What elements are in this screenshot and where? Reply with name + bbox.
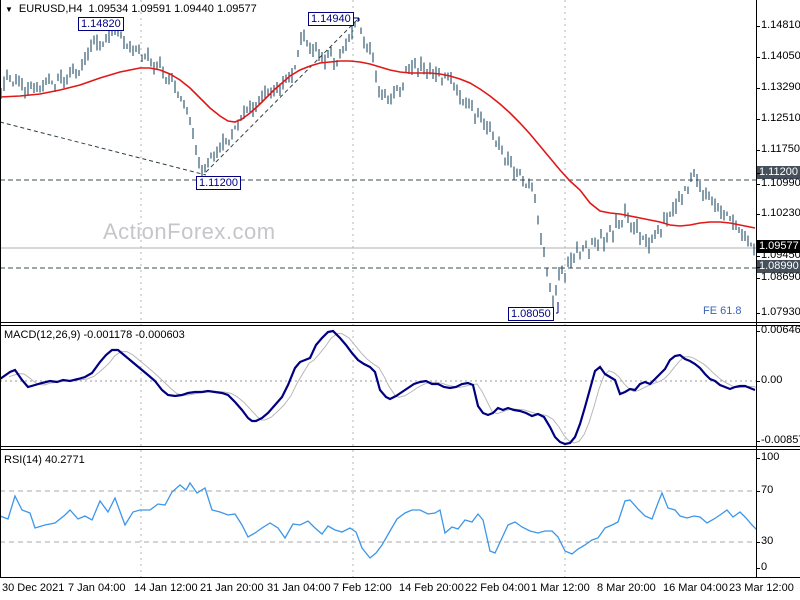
axis-label: 0.00 [761, 374, 783, 386]
time-axis-label: 14 Feb 20:00 [399, 582, 464, 594]
panel-separator [0, 446, 800, 447]
rsi-indicator-label: RSI(14) 40.2771 [4, 454, 85, 466]
time-axis-label: 8 Mar 20:00 [597, 582, 656, 594]
axis-label: 1.11750 [761, 143, 800, 155]
time-axis-label: 1 Mar 12:00 [531, 582, 590, 594]
axis-border-line [756, 0, 757, 578]
price-annotation-box[interactable]: 1.11200 [196, 176, 241, 190]
axis-label: 1.07930 [761, 306, 800, 318]
price-annotation-box[interactable]: 1.14820 [78, 17, 124, 31]
ohlc-values: 1.09534 1.09591 1.09440 1.09577 [88, 3, 257, 15]
time-axis-label: 16 Mar 04:00 [663, 582, 728, 594]
axis-label: 1.12510 [761, 112, 800, 124]
time-axis-label: 23 Mar 12:00 [729, 582, 794, 594]
axis-border-line [0, 0, 1, 578]
time-axis-label: 14 Jan 12:00 [134, 582, 198, 594]
time-axis-label: 22 Feb 04:00 [465, 582, 530, 594]
time-axis-label: 31 Jan 04:00 [267, 582, 331, 594]
time-axis-label: 7 Jan 04:00 [68, 582, 126, 594]
axis-label: 100 [761, 451, 780, 463]
macd-indicator-label: MACD(12,26,9) -0.001178 -0.000603 [4, 329, 185, 341]
panel-separator [0, 325, 800, 326]
time-axis-label: 7 Feb 12:00 [333, 582, 392, 594]
time-axis-label: 30 Dec 2021 [2, 582, 65, 594]
axis-label: 1.10990 [761, 177, 800, 189]
time-axis-label: 21 Jan 20:00 [200, 582, 264, 594]
symbol-dropdown-icon[interactable]: ▼ [5, 5, 13, 14]
title-bar: ▼ EURUSD,H4 1.09534 1.09591 1.09440 1.09… [5, 3, 257, 15]
axis-label: 1.10230 [761, 207, 800, 219]
fibonacci-expansion-label[interactable]: FE 61.8 [703, 305, 742, 317]
axis-label: 1.14810 [761, 19, 800, 31]
panel-separator [0, 322, 800, 323]
panel-separator [0, 577, 800, 578]
price-annotation-box[interactable]: 1.08050 [508, 307, 554, 321]
axis-label: 30 [761, 535, 774, 547]
axis-label: 1.14050 [761, 50, 800, 62]
axis-label: 0 [761, 561, 768, 573]
axis-label: 1.09577 [757, 240, 800, 253]
axis-label: 70 [761, 484, 774, 496]
chart-canvas[interactable] [0, 0, 756, 578]
symbol-period-label: EURUSD,H4 [18, 3, 83, 15]
trading-chart-window: ActionForex.com ▼ EURUSD,H4 1.09534 1.09… [0, 0, 800, 600]
watermark: ActionForex.com [103, 219, 276, 244]
panel-separator [0, 449, 800, 450]
axis-label: 1.13290 [761, 81, 800, 93]
axis-label: 1.08690 [761, 271, 800, 283]
price-annotation-box[interactable]: 1.14940 [308, 12, 354, 26]
